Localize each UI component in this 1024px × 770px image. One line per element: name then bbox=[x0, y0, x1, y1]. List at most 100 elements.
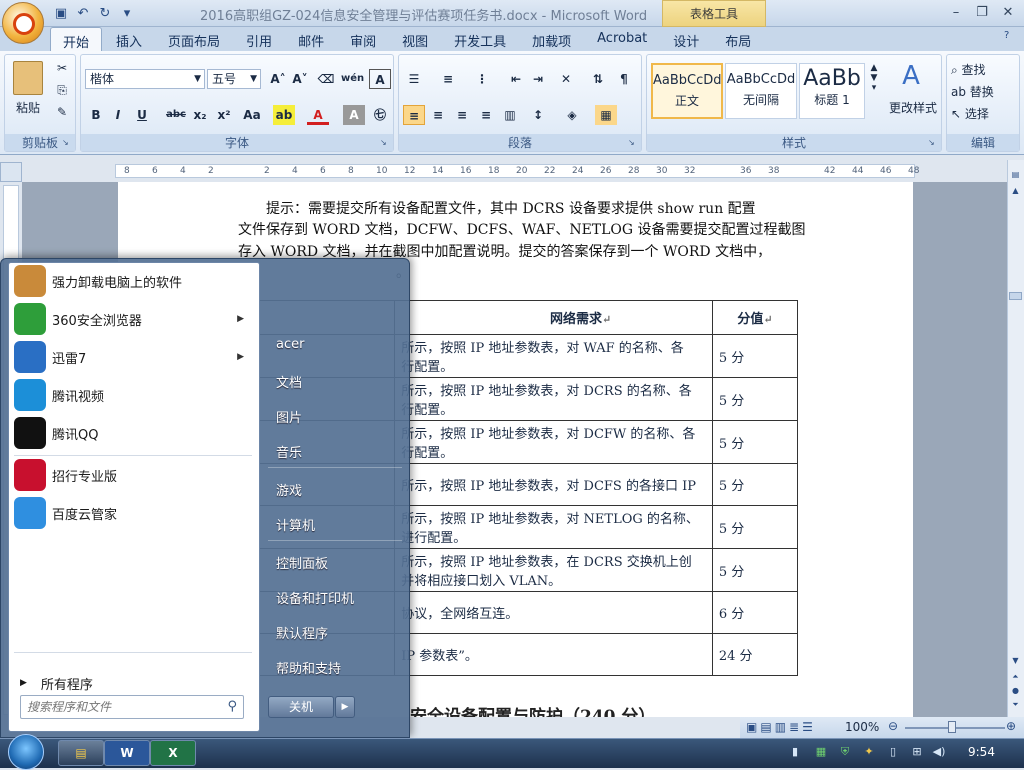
draft-icon[interactable]: ☰ bbox=[802, 720, 816, 734]
shutdown-options-icon[interactable]: ▶ bbox=[335, 696, 355, 718]
zoom-out-icon[interactable]: ⊖ bbox=[888, 719, 898, 733]
tab-home[interactable]: 开始 bbox=[50, 27, 103, 51]
bullets-icon[interactable]: ☰ bbox=[403, 69, 425, 89]
explorer-taskbar-icon[interactable]: ▤ bbox=[58, 740, 104, 766]
tab-mailings[interactable]: 邮件 bbox=[286, 27, 336, 51]
phonetic-guide-icon[interactable]: wén bbox=[341, 69, 364, 89]
tray-power-icon[interactable]: ▯ bbox=[886, 745, 900, 759]
start-right-games[interactable]: 游戏 bbox=[276, 480, 302, 499]
tab-developer[interactable]: 开发工具 bbox=[442, 27, 518, 51]
start-right-devices-printers[interactable]: 设备和打印机 bbox=[276, 588, 354, 607]
zoom-slider-thumb[interactable] bbox=[948, 721, 956, 733]
view-ruler-icon[interactable]: ▤ bbox=[1009, 170, 1022, 182]
submenu-arrow-icon[interactable]: ▶ bbox=[237, 314, 244, 324]
undo-icon[interactable]: ↶ bbox=[74, 5, 92, 23]
font-launcher-icon[interactable]: ↘ bbox=[380, 138, 390, 148]
scroll-up-icon[interactable]: ▲ bbox=[1009, 186, 1022, 198]
zoom-level[interactable]: 100% bbox=[845, 720, 879, 734]
pinned-program[interactable]: 招行专业版 bbox=[14, 458, 254, 492]
italic-button[interactable]: I bbox=[107, 105, 129, 125]
styles-launcher-icon[interactable]: ↘ bbox=[928, 138, 938, 148]
tray-security-icon[interactable]: ⛨ bbox=[838, 745, 852, 759]
print-layout-icon[interactable]: ▣ bbox=[746, 720, 760, 734]
tray-network-icon[interactable]: ▦ bbox=[814, 745, 828, 759]
style-normal[interactable]: AaBbCcDd 正文 bbox=[651, 63, 723, 119]
highlight-icon[interactable]: ab bbox=[273, 105, 295, 125]
redo-icon[interactable]: ↻ bbox=[96, 5, 114, 23]
save-icon[interactable]: ▣ bbox=[52, 5, 70, 23]
pinned-program[interactable]: 腾讯QQ bbox=[14, 416, 254, 450]
tab-acrobat[interactable]: Acrobat bbox=[585, 27, 659, 51]
strikethrough-button[interactable]: abc bbox=[165, 105, 187, 125]
tab-insert[interactable]: 插入 bbox=[104, 27, 154, 51]
change-styles-button[interactable]: 更改样式 bbox=[885, 99, 941, 116]
start-right-computer[interactable]: 计算机 bbox=[276, 515, 315, 534]
shutdown-button[interactable]: 关机 bbox=[268, 696, 334, 718]
select-button[interactable]: ↖ 选择 bbox=[951, 105, 1017, 122]
decrease-indent-icon[interactable]: ⇤ bbox=[505, 69, 527, 89]
zoom-in-icon[interactable]: ⊕ bbox=[1006, 719, 1016, 733]
bold-button[interactable]: B bbox=[85, 105, 107, 125]
view-buttons[interactable]: ▣▤▥≣☰ bbox=[746, 720, 816, 734]
align-right-icon[interactable]: ≡ bbox=[451, 105, 473, 125]
pinned-program[interactable]: 强力卸载电脑上的软件 bbox=[14, 264, 254, 298]
shrink-font-icon[interactable]: A˅ bbox=[289, 69, 311, 89]
start-right-default-programs[interactable]: 默认程序 bbox=[276, 623, 328, 642]
tray-network-status-icon[interactable]: ⊞ bbox=[910, 745, 924, 759]
pinned-program[interactable]: 腾讯视频 bbox=[14, 378, 254, 412]
cut-icon[interactable]: ✂ bbox=[55, 61, 69, 75]
word-taskbar-icon[interactable]: W bbox=[104, 740, 150, 766]
help-icon[interactable]: ? bbox=[1004, 30, 1018, 44]
style-heading-1[interactable]: AaBb 标题 1 bbox=[799, 63, 865, 119]
horizontal-ruler[interactable]: 8 6 4 2 2 4 6 8 10 12 14 16 18 20 22 24 26 28 30 32 36 38 42 44… bbox=[115, 164, 919, 178]
grow-font-icon[interactable]: A˄ bbox=[267, 69, 289, 89]
outline-icon[interactable]: ≣ bbox=[789, 720, 802, 734]
styles-scroll-icon[interactable]: ▲ ▼ ▾ bbox=[869, 63, 879, 93]
start-right-help-support[interactable]: 帮助和支持 bbox=[276, 658, 341, 677]
multilevel-list-icon[interactable]: ⋮ bbox=[471, 69, 493, 89]
browse-object-icon[interactable]: ● bbox=[1009, 686, 1022, 698]
find-button[interactable]: ⌕ 查找 bbox=[951, 61, 1017, 78]
increase-indent-icon[interactable]: ⇥ bbox=[527, 69, 549, 89]
show-marks-icon[interactable]: ¶ bbox=[613, 69, 635, 89]
line-spacing-icon[interactable]: ↕ bbox=[527, 105, 549, 125]
submenu-arrow-icon[interactable]: ▶ bbox=[237, 352, 244, 362]
tab-page-layout[interactable]: 页面布局 bbox=[156, 27, 232, 51]
sort-icon[interactable]: ⇅ bbox=[587, 69, 609, 89]
borders-icon[interactable]: ▦ bbox=[595, 105, 617, 125]
next-page-icon[interactable]: ⏷ bbox=[1009, 700, 1022, 712]
start-button[interactable] bbox=[4, 734, 46, 770]
vertical-scrollbar[interactable] bbox=[1007, 160, 1024, 717]
tray-app-icon[interactable]: ▮ bbox=[788, 745, 802, 759]
justify-icon[interactable]: ≡ bbox=[475, 105, 497, 125]
numbering-icon[interactable]: ≡ bbox=[437, 69, 459, 89]
tray-update-icon[interactable]: ✦ bbox=[862, 745, 876, 759]
start-right-acer[interactable]: acer bbox=[276, 337, 304, 352]
start-search-box[interactable]: ⚲ bbox=[20, 695, 244, 719]
shading-icon[interactable]: ◈ bbox=[561, 105, 583, 125]
search-icon[interactable]: ⚲ bbox=[227, 699, 237, 714]
paste-icon[interactable] bbox=[13, 61, 43, 95]
full-screen-icon[interactable]: ▤ bbox=[760, 720, 774, 734]
start-right-pictures[interactable]: 图片 bbox=[276, 407, 302, 426]
pinned-program[interactable]: 百度云管家 bbox=[14, 496, 254, 530]
style-no-spacing[interactable]: AaBbCcDd 无间隔 bbox=[725, 63, 797, 119]
align-center-icon[interactable]: ≡ bbox=[427, 105, 449, 125]
paragraph-launcher-icon[interactable]: ↘ bbox=[628, 138, 638, 148]
tab-design[interactable]: 设计 bbox=[661, 27, 711, 51]
pinned-program[interactable]: 迅雷7 ▶ bbox=[14, 340, 254, 374]
excel-taskbar-icon[interactable]: X bbox=[150, 740, 196, 766]
web-layout-icon[interactable]: ▥ bbox=[775, 720, 789, 734]
font-color-icon[interactable]: A bbox=[307, 105, 329, 125]
enclose-char-icon[interactable]: ㊆ bbox=[369, 105, 391, 125]
scrollbar-thumb[interactable] bbox=[1009, 292, 1022, 300]
paste-button[interactable]: 粘贴 bbox=[11, 99, 45, 116]
start-right-music[interactable]: 音乐 bbox=[276, 442, 302, 461]
char-border-icon[interactable]: A bbox=[369, 69, 391, 89]
font-size-select[interactable]: 五号 ▼ bbox=[207, 69, 261, 89]
align-left-icon[interactable]: ≡ bbox=[403, 105, 425, 125]
all-programs[interactable]: ▶ 所有程序 bbox=[20, 674, 260, 693]
clock[interactable]: 9:54 bbox=[968, 745, 995, 759]
underline-button[interactable]: U bbox=[131, 105, 153, 125]
scroll-down-icon[interactable]: ▼ bbox=[1009, 656, 1022, 668]
